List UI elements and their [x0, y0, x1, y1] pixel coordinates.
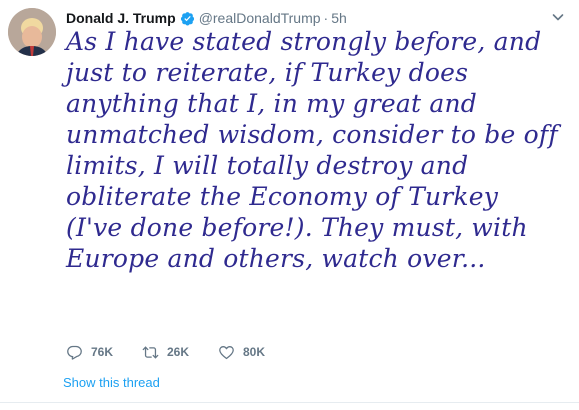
tweet-text-line: anything that I, in my great and	[66, 89, 478, 118]
tweet-text-line: unmatched wisdom, consider to be off	[66, 120, 558, 149]
verified-badge-icon	[180, 11, 195, 26]
more-options-chevron-down-icon[interactable]	[549, 8, 567, 26]
tweet-text-line: (I've done before!). They must, with	[66, 213, 528, 242]
tweet-text-line: limits, I will totally destroy and	[66, 151, 469, 180]
show-thread-link[interactable]: Show this thread	[63, 375, 160, 390]
heart-icon	[219, 345, 234, 359]
tweet-timestamp[interactable]: 5h	[331, 10, 347, 26]
reply-icon	[67, 345, 82, 360]
tweet-text-line: As I have stated strongly before, and	[66, 27, 542, 56]
tweet-text: As I have stated strongly before, and ju…	[66, 26, 566, 274]
retweet-count: 26K	[167, 345, 190, 359]
divider	[0, 402, 579, 403]
tweet-text-line: just to reiterate, if Turkey does	[66, 58, 469, 87]
tweet-text-line: Europe and others, watch over...	[66, 244, 486, 273]
header-separator: ·	[323, 10, 329, 26]
tweet-text-line: obliterate the Economy of Turkey	[66, 182, 499, 211]
author-name[interactable]: Donald J. Trump	[66, 10, 176, 26]
author-handle[interactable]: @realDonaldTrump	[199, 10, 321, 26]
reply-button[interactable]: 76K	[66, 344, 142, 361]
retweet-button[interactable]: 26K	[142, 344, 218, 361]
avatar-image	[8, 8, 56, 56]
avatar[interactable]	[8, 8, 56, 56]
like-button[interactable]: 80K	[218, 344, 294, 361]
tweet-actions: 76K 26K 80K	[66, 342, 294, 362]
tweet-header: Donald J. Trump @realDonaldTrump · 5h	[66, 8, 347, 28]
tweet-card[interactable]: Donald J. Trump @realDonaldTrump · 5h As…	[0, 0, 579, 410]
like-count: 80K	[243, 345, 266, 359]
retweet-icon	[142, 346, 159, 358]
reply-count: 76K	[91, 345, 114, 359]
